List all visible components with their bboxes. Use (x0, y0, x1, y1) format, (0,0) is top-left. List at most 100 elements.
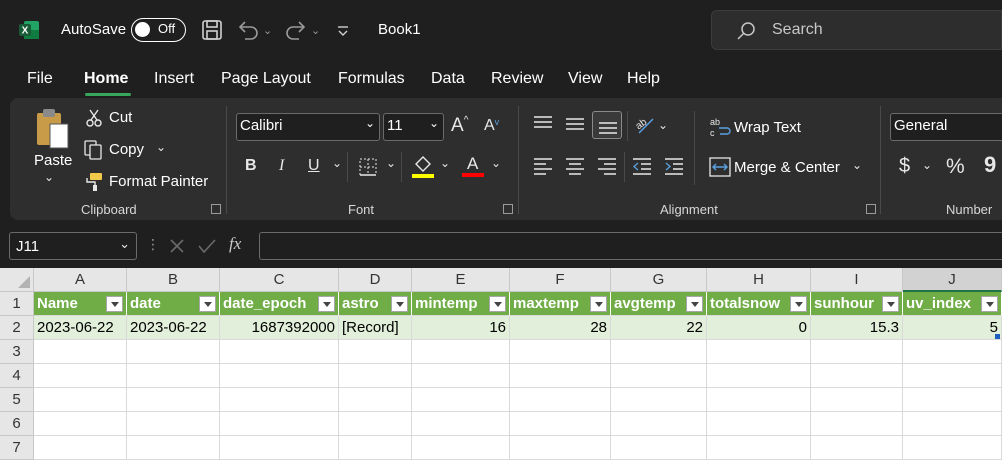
merge-center-icon[interactable] (709, 157, 731, 177)
empty-cell[interactable] (127, 340, 220, 364)
align-left-icon[interactable] (532, 157, 554, 175)
align-right-icon[interactable] (596, 157, 618, 175)
customize-toolbar-icon[interactable] (336, 24, 350, 38)
font-color-icon[interactable]: A (462, 154, 484, 178)
alignment-dialog-launcher-icon[interactable] (866, 204, 876, 214)
empty-cell[interactable] (611, 364, 707, 388)
autosave-toggle[interactable]: Off (131, 18, 186, 42)
table-cell[interactable]: 2023-06-22 (127, 316, 220, 340)
empty-cell[interactable] (127, 364, 220, 388)
cut-icon[interactable] (85, 108, 103, 128)
font-size-select[interactable]: 11 ⌄ (383, 113, 444, 141)
comma-style-icon[interactable]: 9 (984, 152, 996, 178)
empty-cell[interactable] (707, 340, 811, 364)
table-cell[interactable]: 22 (611, 316, 707, 340)
bottom-align-button[interactable] (592, 111, 622, 139)
cut-button[interactable]: Cut (109, 109, 132, 126)
save-icon[interactable] (201, 19, 223, 41)
column-header-d[interactable]: D (339, 268, 412, 292)
filter-dropdown-icon[interactable] (489, 296, 506, 312)
empty-cell[interactable] (811, 412, 903, 436)
currency-format-icon[interactable]: $ (899, 155, 910, 178)
empty-cell[interactable] (220, 364, 339, 388)
paste-icon[interactable] (34, 108, 72, 152)
borders-icon[interactable] (358, 157, 378, 177)
number-format-select[interactable]: General (890, 113, 1002, 141)
align-center-icon[interactable] (564, 157, 586, 175)
empty-cell[interactable] (611, 388, 707, 412)
copy-button[interactable]: Copy (109, 141, 144, 158)
filter-dropdown-icon[interactable] (686, 296, 703, 312)
column-header-f[interactable]: F (510, 268, 611, 292)
empty-cell[interactable] (220, 388, 339, 412)
empty-cell[interactable] (707, 436, 811, 460)
row-header-6[interactable]: 6 (0, 412, 34, 436)
redo-icon[interactable] (284, 19, 308, 41)
empty-cell[interactable] (510, 412, 611, 436)
table-cell[interactable]: 28 (510, 316, 611, 340)
empty-cell[interactable] (34, 436, 127, 460)
merge-center-button[interactable]: Merge & Center (734, 159, 840, 176)
orientation-dropdown-icon[interactable]: ⌄ (658, 118, 668, 132)
empty-cell[interactable] (220, 412, 339, 436)
insert-function-icon[interactable]: fx (229, 234, 241, 254)
row-header-1[interactable]: 1 (0, 292, 34, 316)
table-header-cell[interactable]: date_epoch (220, 292, 339, 316)
empty-cell[interactable] (510, 388, 611, 412)
paste-button[interactable]: Paste (34, 152, 72, 169)
empty-cell[interactable] (707, 412, 811, 436)
row-header-5[interactable]: 5 (0, 388, 34, 412)
table-cell[interactable]: [Record] (339, 316, 412, 340)
filter-dropdown-icon[interactable] (106, 296, 123, 312)
copy-icon[interactable] (84, 140, 104, 160)
tab-review[interactable]: Review (491, 70, 543, 88)
table-cell[interactable]: 1687392000 (220, 316, 339, 340)
empty-cell[interactable] (339, 364, 412, 388)
empty-cell[interactable] (903, 412, 1002, 436)
empty-cell[interactable] (34, 364, 127, 388)
middle-align-icon[interactable] (564, 115, 586, 133)
empty-cell[interactable] (611, 340, 707, 364)
tab-insert[interactable]: Insert (154, 70, 194, 88)
cancel-icon[interactable] (168, 237, 186, 255)
tab-file[interactable]: File (27, 70, 53, 88)
filter-dropdown-icon[interactable] (199, 296, 216, 312)
fill-color-dropdown-icon[interactable]: ⌄ (440, 156, 450, 170)
empty-cell[interactable] (339, 340, 412, 364)
table-header-cell[interactable]: mintemp (412, 292, 510, 316)
column-header-i[interactable]: I (811, 268, 903, 292)
table-resize-handle[interactable] (995, 334, 1000, 339)
increase-font-size-icon[interactable]: A^ (451, 115, 477, 137)
table-header-cell[interactable]: sunhour (811, 292, 903, 316)
decrease-font-size-icon[interactable]: Av (484, 117, 506, 137)
borders-dropdown-icon[interactable]: ⌄ (386, 156, 396, 170)
enter-icon[interactable] (197, 237, 217, 255)
search-box[interactable]: Search (711, 10, 1002, 50)
increase-indent-icon[interactable] (663, 157, 685, 175)
column-header-c[interactable]: C (220, 268, 339, 292)
empty-cell[interactable] (510, 436, 611, 460)
decrease-indent-icon[interactable] (631, 157, 653, 175)
wrap-text-button[interactable]: Wrap Text (734, 119, 801, 136)
wrap-text-icon[interactable]: ab c (709, 116, 731, 138)
table-header-cell[interactable]: date (127, 292, 220, 316)
tab-help[interactable]: Help (627, 70, 660, 88)
empty-cell[interactable] (412, 436, 510, 460)
empty-cell[interactable] (903, 340, 1002, 364)
italic-button[interactable]: I (279, 157, 284, 175)
font-color-dropdown-icon[interactable]: ⌄ (491, 156, 501, 170)
empty-cell[interactable] (510, 364, 611, 388)
empty-cell[interactable] (339, 412, 412, 436)
empty-cell[interactable] (127, 436, 220, 460)
empty-cell[interactable] (412, 340, 510, 364)
redo-dropdown-icon[interactable]: ⌄ (311, 16, 320, 44)
table-cell[interactable]: 2023-06-22 (34, 316, 127, 340)
empty-cell[interactable] (220, 436, 339, 460)
fill-color-icon[interactable] (412, 155, 434, 179)
empty-cell[interactable] (34, 340, 127, 364)
orientation-icon[interactable]: ab (633, 113, 657, 137)
formula-bar-dots-icon[interactable]: ⋮ (146, 236, 160, 253)
paste-dropdown-icon[interactable]: ⌄ (44, 170, 54, 184)
name-box[interactable]: J11 ⌄ (9, 232, 137, 260)
filter-dropdown-icon[interactable] (590, 296, 607, 312)
